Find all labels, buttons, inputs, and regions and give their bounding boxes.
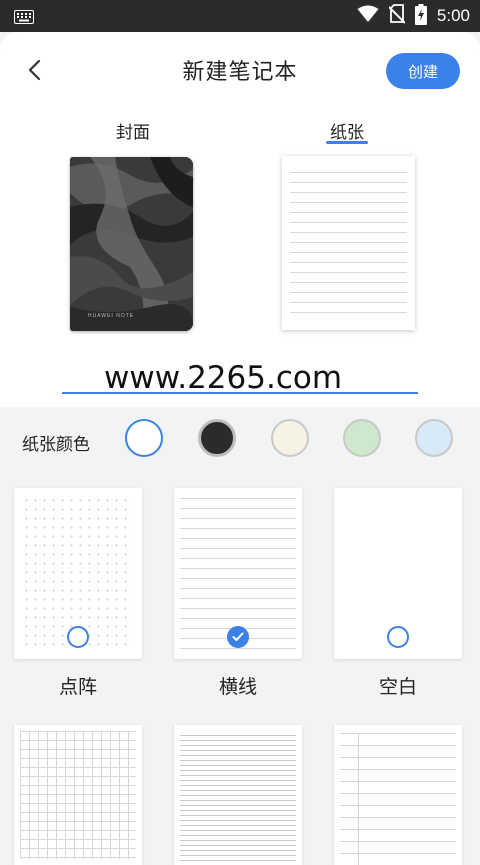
paper-card-blank[interactable]: [334, 488, 462, 659]
tab-indicator: [326, 141, 368, 144]
wifi-icon: [357, 5, 379, 27]
no-sim-icon: [388, 4, 406, 28]
color-swatch-green[interactable]: [343, 419, 381, 457]
paper-card-narrow-ruled[interactable]: [174, 725, 302, 865]
paper-preview[interactable]: [282, 156, 415, 330]
radio-unchecked-icon: [67, 626, 89, 648]
paper-color-label: 纸张颜色: [22, 435, 90, 455]
new-notebook-sheet: 新建笔记本 创建 封面 纸张 HUAWEI NOTE www.2265.com: [0, 32, 480, 407]
checkmark-icon: [232, 632, 244, 641]
cover-brand-text: HUAWEI NOTE: [88, 313, 135, 319]
paper-card-ruled[interactable]: [174, 488, 302, 659]
battery-charging-icon: [414, 3, 427, 29]
tab-paper[interactable]: 纸张: [326, 118, 368, 143]
header: 新建笔记本 创建: [0, 32, 480, 104]
paper-color-row: 纸张颜色: [0, 407, 480, 473]
paper-label-dots: 点阵: [58, 676, 97, 698]
keyboard-icon: [14, 9, 34, 24]
color-swatch-white[interactable]: [125, 419, 163, 457]
marble-pattern: [70, 157, 193, 331]
color-swatch-cream[interactable]: [271, 419, 309, 457]
radio-checked-icon: [227, 626, 249, 648]
radio-unchecked-icon: [387, 626, 409, 648]
paper-label-blank: 空白: [378, 676, 417, 698]
paper-card-cornell[interactable]: [334, 725, 462, 865]
create-button[interactable]: 创建: [386, 53, 460, 89]
paper-card-grid[interactable]: [14, 725, 142, 865]
color-swatch-blue[interactable]: [415, 419, 453, 457]
clock: 5:00: [436, 6, 470, 25]
status-bar: 5:00: [0, 0, 480, 32]
notebook-name-field[interactable]: www.2265.com: [62, 362, 418, 394]
tab-cover[interactable]: 封面: [113, 118, 153, 143]
paper-card-dots[interactable]: [14, 488, 142, 659]
paper-label-ruled: 横线: [218, 676, 257, 698]
cover-preview[interactable]: HUAWEI NOTE: [70, 157, 193, 331]
color-swatch-black[interactable]: [198, 419, 236, 457]
